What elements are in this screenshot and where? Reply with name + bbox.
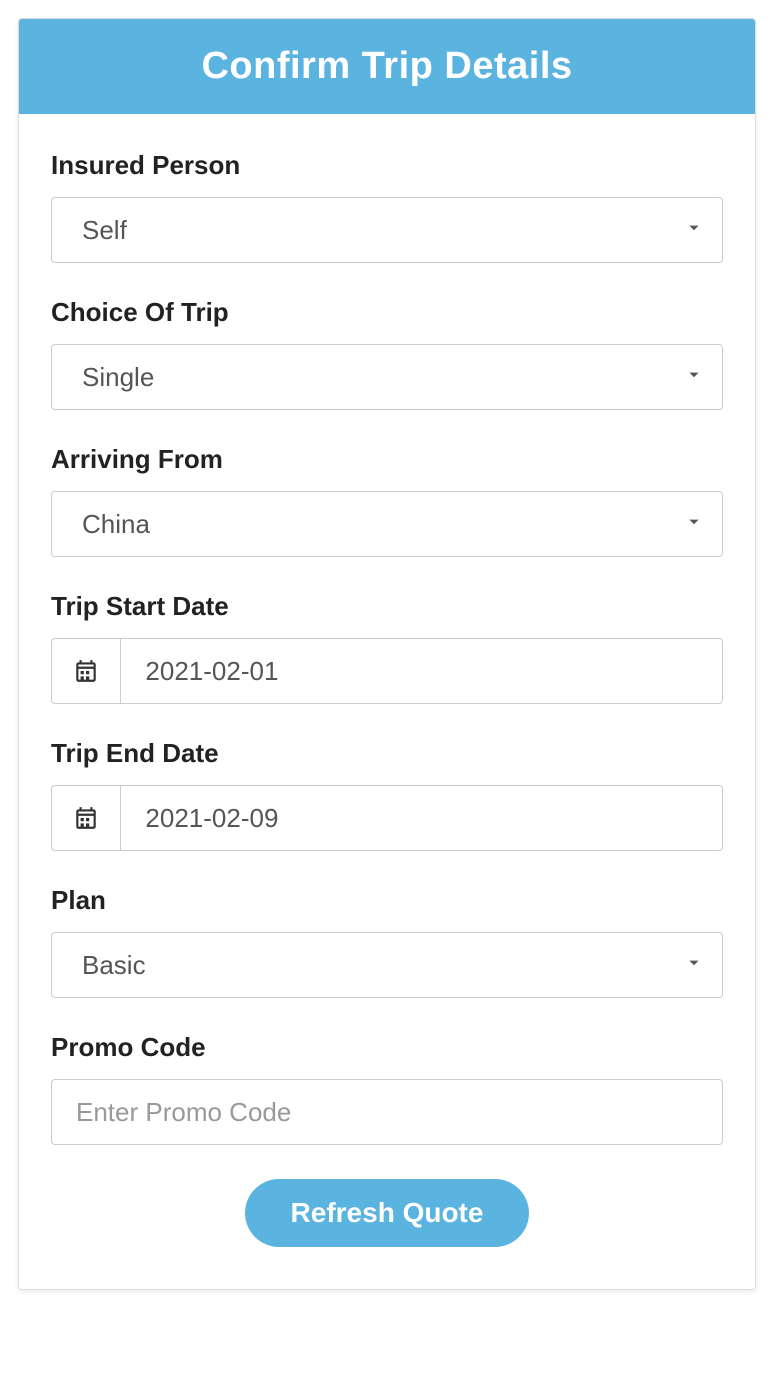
card-title: Confirm Trip Details: [201, 45, 572, 87]
plan-label: Plan: [51, 885, 723, 916]
trip-start-date-label: Trip Start Date: [51, 591, 723, 622]
promo-code-input[interactable]: [51, 1079, 723, 1145]
refresh-quote-button[interactable]: Refresh Quote: [245, 1179, 530, 1247]
arriving-from-label: Arriving From: [51, 444, 723, 475]
trip-start-date-input[interactable]: [120, 638, 723, 704]
trip-end-date-label: Trip End Date: [51, 738, 723, 769]
field-plan: Plan Basic: [51, 885, 723, 998]
insured-person-label: Insured Person: [51, 150, 723, 181]
action-row: Refresh Quote: [51, 1179, 723, 1247]
field-arriving-from: Arriving From China: [51, 444, 723, 557]
field-promo-code: Promo Code: [51, 1032, 723, 1145]
card-body: Insured Person Self Choice Of Trip Singl…: [19, 114, 755, 1289]
calendar-icon[interactable]: [51, 638, 120, 704]
promo-code-label: Promo Code: [51, 1032, 723, 1063]
trip-end-date-input[interactable]: [120, 785, 723, 851]
insured-person-select[interactable]: Self: [51, 197, 723, 263]
field-insured-person: Insured Person Self: [51, 150, 723, 263]
field-choice-of-trip: Choice Of Trip Single: [51, 297, 723, 410]
card-header: Confirm Trip Details: [19, 19, 755, 114]
plan-select[interactable]: Basic: [51, 932, 723, 998]
choice-of-trip-select[interactable]: Single: [51, 344, 723, 410]
trip-details-card: Confirm Trip Details Insured Person Self…: [18, 18, 756, 1290]
field-trip-end-date: Trip End Date: [51, 738, 723, 851]
arriving-from-select[interactable]: China: [51, 491, 723, 557]
choice-of-trip-label: Choice Of Trip: [51, 297, 723, 328]
field-trip-start-date: Trip Start Date: [51, 591, 723, 704]
calendar-icon[interactable]: [51, 785, 120, 851]
